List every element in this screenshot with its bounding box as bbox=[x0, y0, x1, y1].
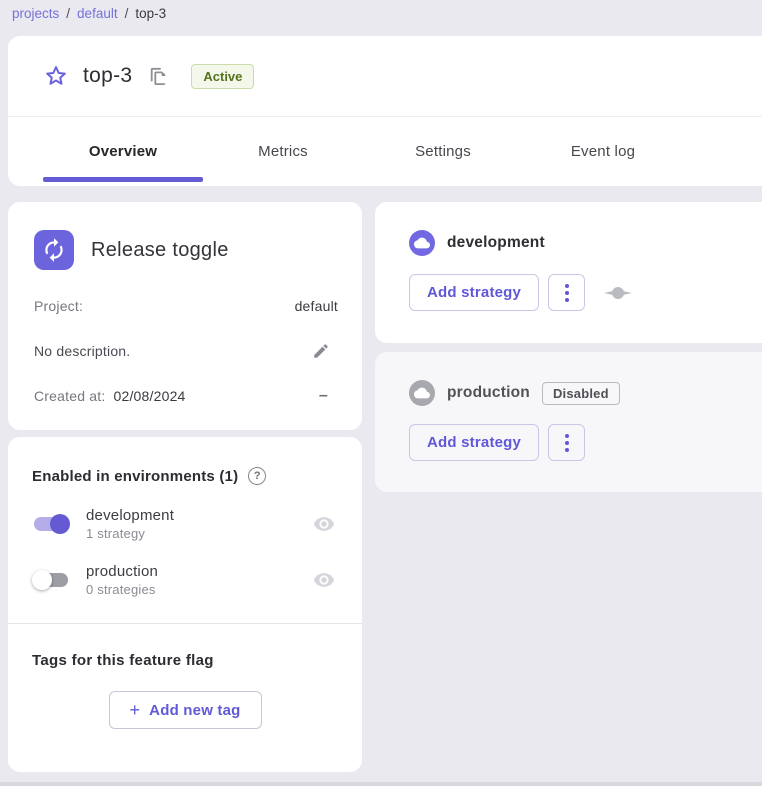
breadcrumb: projects / default / top-3 bbox=[0, 0, 762, 21]
flag-type-card: Release toggle Project: default No descr… bbox=[8, 202, 362, 430]
add-strategy-button[interactable]: Add strategy bbox=[409, 274, 539, 311]
breadcrumb-link-default[interactable]: default bbox=[77, 6, 118, 21]
section-divider bbox=[8, 623, 362, 624]
environments-card: Enabled in environments (1) ? developmen… bbox=[8, 437, 362, 772]
tab-overview[interactable]: Overview bbox=[43, 117, 203, 185]
env-strategy-count: 1 strategy bbox=[86, 526, 174, 541]
breadcrumb-current: top-3 bbox=[135, 6, 166, 21]
breadcrumb-separator: / bbox=[66, 6, 70, 21]
env-name: production bbox=[86, 563, 158, 580]
project-label: Project: bbox=[34, 298, 83, 314]
copy-name-icon[interactable] bbox=[149, 66, 167, 86]
help-icon[interactable]: ? bbox=[248, 467, 266, 485]
env-panel-production: production Disabled Add strategy bbox=[375, 352, 762, 492]
toggle-production[interactable] bbox=[32, 570, 70, 590]
tab-metrics[interactable]: Metrics bbox=[203, 117, 363, 185]
lifecycle-stage-icon[interactable] bbox=[603, 286, 633, 300]
flag-type-name: Release toggle bbox=[91, 239, 229, 262]
status-badge: Active bbox=[191, 64, 254, 89]
toggle-development[interactable] bbox=[32, 514, 70, 534]
created-label: Created at: bbox=[34, 388, 105, 404]
plus-icon: + bbox=[129, 700, 140, 721]
environment-cloud-icon bbox=[409, 380, 435, 406]
breadcrumb-link-projects[interactable]: projects bbox=[12, 6, 59, 21]
environment-cloud-icon bbox=[409, 230, 435, 256]
favorite-star-icon[interactable] bbox=[44, 64, 68, 88]
created-row: Created at: 02/08/2024 – bbox=[34, 388, 338, 404]
flag-header-card: top-3 Active Overview Metrics Settings E… bbox=[8, 36, 762, 186]
env-name: development bbox=[86, 507, 174, 524]
tab-event-log[interactable]: Event log bbox=[523, 117, 683, 185]
project-value: default bbox=[295, 298, 338, 314]
eye-icon[interactable] bbox=[313, 569, 335, 591]
add-strategy-button[interactable]: Add strategy bbox=[409, 424, 539, 461]
flag-header-top: top-3 Active bbox=[8, 36, 762, 117]
collapse-icon[interactable]: – bbox=[319, 388, 328, 404]
env-strategy-count: 0 strategies bbox=[86, 582, 158, 597]
env-panel-development: development Add strategy bbox=[375, 202, 762, 343]
bottom-edge-strip bbox=[0, 782, 762, 786]
flag-tabs: Overview Metrics Settings Event log bbox=[8, 117, 762, 185]
description-row: No description. bbox=[34, 342, 338, 360]
overview-main: Release toggle Project: default No descr… bbox=[8, 202, 762, 772]
env-row-production: production 0 strategies bbox=[32, 563, 338, 597]
tab-settings[interactable]: Settings bbox=[363, 117, 523, 185]
edit-description-icon[interactable] bbox=[312, 342, 330, 360]
page-title: top-3 bbox=[83, 64, 132, 88]
add-new-tag-button[interactable]: + Add new tag bbox=[109, 691, 262, 729]
release-toggle-icon bbox=[34, 230, 74, 270]
environments-card-title: Enabled in environments (1) bbox=[32, 468, 238, 485]
breadcrumb-separator: / bbox=[125, 6, 129, 21]
env-panel-name: development bbox=[447, 234, 545, 252]
tags-section-title: Tags for this feature flag bbox=[32, 652, 338, 669]
add-new-tag-label: Add new tag bbox=[149, 702, 240, 719]
env-row-development: development 1 strategy bbox=[32, 507, 338, 541]
env-panel-name: production bbox=[447, 384, 530, 402]
project-row: Project: default bbox=[34, 298, 338, 314]
created-value: 02/08/2024 bbox=[113, 388, 185, 404]
eye-icon[interactable] bbox=[313, 513, 335, 535]
disabled-badge: Disabled bbox=[542, 382, 620, 405]
more-actions-button[interactable] bbox=[548, 274, 585, 311]
more-actions-button[interactable] bbox=[548, 424, 585, 461]
description-text: No description. bbox=[34, 343, 130, 359]
